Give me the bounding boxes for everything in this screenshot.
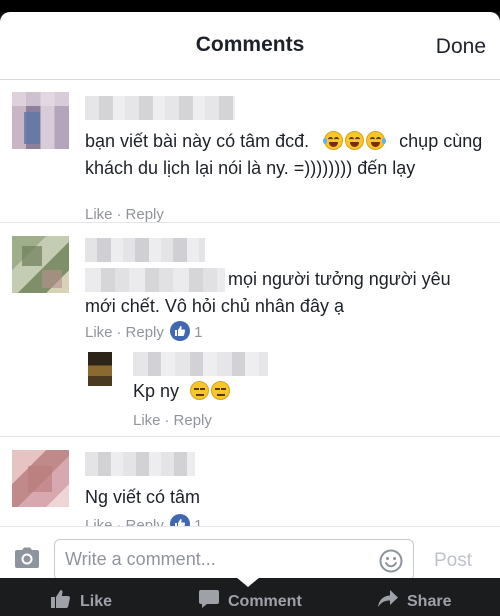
author-name-redacted[interactable] [133,352,268,376]
reply-text: Kp ny [133,378,231,405]
share-post-label: Share [407,592,452,610]
comment-actions: Like · Reply [85,206,164,223]
post-button[interactable]: Post [434,550,472,572]
comment-item: mọi người tưởng người yêu mới chết. Vô h… [0,224,500,436]
comment-text: Ng viết có tâm [85,487,201,507]
comment-bubble-icon [198,589,220,614]
author-name-redacted[interactable] [85,452,195,476]
comment-input-box[interactable] [54,539,414,578]
smiley-icon[interactable] [379,549,403,578]
laughing-emoji-icon [366,131,387,150]
comment-item: Ng viết có tâm Like·Reply 1 [0,438,500,534]
comment-post-label: Comment [228,592,302,610]
like-reaction-icon[interactable] [169,321,190,341]
comment-post-button[interactable]: Comment [198,589,302,614]
comment-actions: Like·Reply 1 [85,321,202,341]
avatar[interactable] [12,450,69,507]
like-post-label: Like [80,592,113,610]
comment-item: bạn viết bài này có tâm đcđ. chụp cùng k… [0,82,500,223]
like-link[interactable]: Like [85,324,113,341]
sheet-pointer [236,577,260,587]
like-post-button[interactable]: Like [50,589,112,614]
avatar[interactable] [12,236,69,293]
reaction-count[interactable]: 1 [194,324,202,341]
comment-text: bạn viết bài này có tâm đcđ. chụp cùng k… [85,131,483,178]
post-action-bar: Like Comment Share [0,577,500,616]
share-post-button[interactable]: Share [377,589,451,614]
avatar[interactable] [12,92,69,149]
reply-link[interactable]: Reply [126,324,164,341]
comments-sheet: Comments Done bạn viết bài này có tâm đc… [0,12,500,578]
divider [0,436,500,437]
comment-text: mọi người tưởng người yêu mới chết. Vô h… [85,269,451,316]
author-name-redacted[interactable] [85,96,235,120]
like-link[interactable]: Like [133,412,161,429]
laughing-emoji-icon [345,131,365,150]
author-name-redacted[interactable] [85,238,205,262]
like-link[interactable]: Like [85,206,113,223]
comment-input[interactable] [65,540,375,578]
done-button[interactable]: Done [436,35,486,59]
share-arrow-icon [377,589,399,614]
divider [0,222,500,223]
comments-header: Comments Done [0,12,500,80]
thumbs-up-icon [50,589,72,614]
expressionless-emoji-icon [190,381,210,400]
reply-link[interactable]: Reply [126,206,164,223]
expressionless-emoji-icon [211,381,231,400]
reply-actions: Like · Reply [133,412,212,429]
comment-composer: Post [0,526,500,578]
avatar[interactable] [88,352,112,386]
status-bar-strip [0,0,500,12]
page-title: Comments [195,33,305,56]
camera-icon[interactable] [14,547,40,574]
laughing-emoji-icon [323,131,344,150]
reply-link[interactable]: Reply [174,412,212,429]
